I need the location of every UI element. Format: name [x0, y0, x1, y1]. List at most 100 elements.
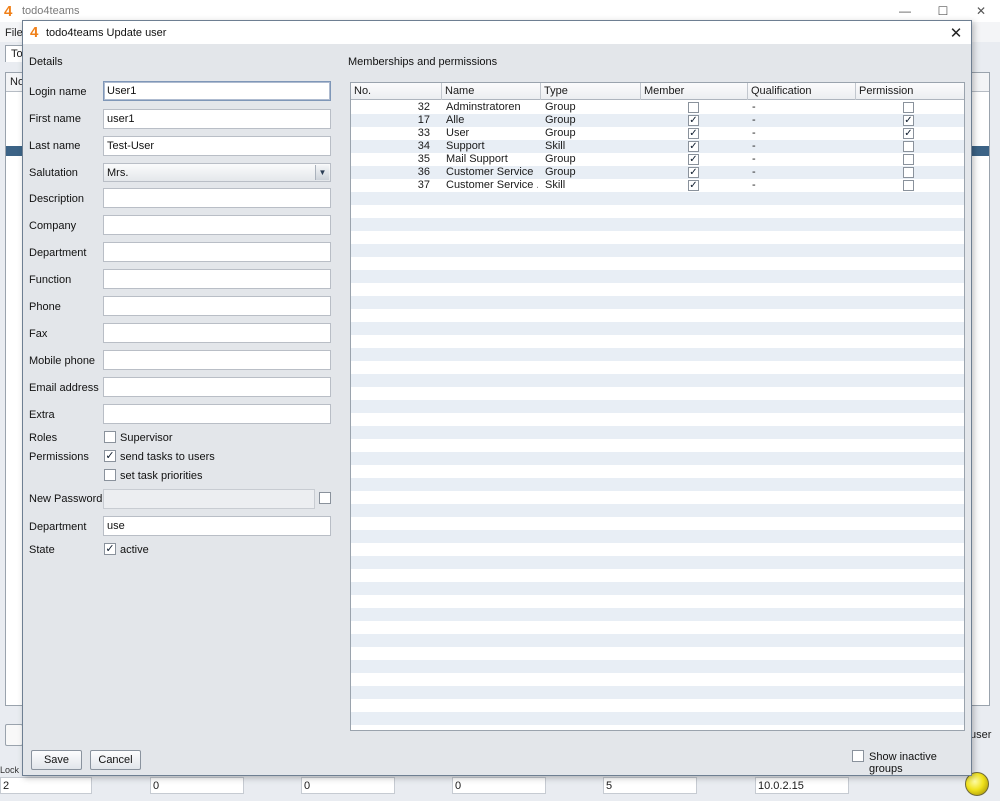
status-cell: 0: [150, 777, 244, 794]
cell-qualification: -: [752, 153, 756, 165]
main-bottom-button[interactable]: [5, 724, 23, 746]
cell-qualification: -: [752, 114, 756, 126]
dialog-close-icon[interactable]: ✕: [945, 21, 967, 44]
permission-checkbox[interactable]: ✓: [903, 115, 914, 126]
memberships-table[interactable]: No. Name Type Member Qualification Permi…: [350, 82, 965, 731]
cell-no: 17: [417, 114, 430, 126]
department-input[interactable]: [103, 242, 331, 262]
extra-label: Extra: [29, 409, 55, 421]
function-label: Function: [29, 274, 72, 286]
table-row[interactable]: 36 Customer Service Group ✓ -: [351, 166, 964, 179]
menu-file[interactable]: File: [5, 27, 23, 39]
cell-name: Alle: [446, 114, 465, 126]
column-header-name[interactable]: Name: [442, 83, 541, 100]
member-checkbox[interactable]: ✓: [688, 167, 699, 178]
column-header-qualification[interactable]: Qualification: [748, 83, 856, 100]
cell-no: 36: [417, 166, 430, 178]
fax-input[interactable]: [103, 323, 331, 343]
member-checkbox[interactable]: ✓: [688, 154, 699, 165]
company-input[interactable]: [103, 215, 331, 235]
email-address-input[interactable]: [103, 377, 331, 397]
status-cell: 0: [452, 777, 546, 794]
new-password-input[interactable]: [103, 489, 315, 509]
column-header-no[interactable]: No.: [351, 83, 442, 100]
last-name-label: Last name: [29, 140, 81, 152]
cell-name: Customer Service: [446, 166, 534, 178]
cell-type: Skill: [545, 140, 566, 152]
cell-name: Adminstratoren: [446, 101, 521, 113]
permission-checkbox[interactable]: ✓: [903, 128, 914, 139]
main-window-title: todo4teams: [22, 5, 80, 17]
cell-no: 33: [417, 127, 430, 139]
extra-input[interactable]: [103, 404, 331, 424]
mobile-phone-input[interactable]: [103, 350, 331, 370]
email-address-label: Email address: [29, 382, 99, 394]
set-priorities-checkbox[interactable]: [104, 469, 116, 481]
close-icon[interactable]: ✕: [962, 0, 1000, 22]
memberships-heading: Memberships and permissions: [348, 56, 498, 68]
send-tasks-checkbox[interactable]: ✓: [104, 450, 116, 462]
phone-input[interactable]: [103, 296, 331, 316]
chevron-down-icon[interactable]: ▼: [315, 165, 329, 180]
update-user-dialog: 4 todo4teams Update user ✕ Details Membe…: [22, 20, 972, 776]
send-tasks-label: send tasks to users: [120, 451, 215, 463]
phone-label: Phone: [29, 301, 61, 313]
permission-checkbox[interactable]: [903, 167, 914, 178]
save-button[interactable]: Save: [31, 750, 82, 770]
description-input[interactable]: [103, 188, 331, 208]
column-header-member[interactable]: Member: [641, 83, 748, 100]
cell-name: User: [446, 127, 470, 139]
supervisor-checkbox[interactable]: [104, 431, 116, 443]
supervisor-label: Supervisor: [120, 432, 173, 444]
cell-type: Group: [545, 153, 576, 165]
maximize-icon[interactable]: ☐: [924, 0, 962, 22]
table-row[interactable]: 32 Adminstratoren Group -: [351, 101, 964, 114]
permissions-label: Permissions: [29, 451, 89, 463]
table-row[interactable]: 34 Support Skill ✓ -: [351, 140, 964, 153]
main-tab[interactable]: To: [5, 45, 23, 62]
active-label: active: [120, 544, 149, 556]
last-name-input[interactable]: [103, 136, 331, 156]
show-inactive-checkbox[interactable]: [852, 750, 864, 762]
details-heading: Details: [29, 56, 63, 68]
state-label: State: [29, 544, 55, 556]
dialog-logo-icon: 4: [30, 24, 39, 41]
member-checkbox[interactable]: ✓: [688, 180, 699, 191]
cancel-button[interactable]: Cancel: [90, 750, 141, 770]
column-header-permission[interactable]: Permission: [856, 83, 964, 100]
status-cell: 0: [301, 777, 395, 794]
table-row[interactable]: 35 Mail Support Group ✓ -: [351, 153, 964, 166]
salutation-select[interactable]: Mrs. ▼: [103, 163, 331, 182]
permission-checkbox[interactable]: [903, 154, 914, 165]
minimize-icon[interactable]: —: [886, 0, 924, 22]
permission-checkbox[interactable]: [903, 180, 914, 191]
member-checkbox[interactable]: ✓: [688, 115, 699, 126]
company-label: Company: [29, 220, 77, 232]
permission-checkbox[interactable]: [903, 141, 914, 152]
first-name-input[interactable]: [103, 109, 331, 129]
status-cell: 10.0.2.15: [755, 777, 849, 794]
table-row[interactable]: 17 Alle Group ✓ - ✓: [351, 114, 964, 127]
member-checkbox[interactable]: ✓: [688, 128, 699, 139]
cell-type: Group: [545, 127, 576, 139]
first-name-label: First name: [29, 113, 81, 125]
cell-no: 37: [417, 179, 430, 191]
function-input[interactable]: [103, 269, 331, 289]
active-checkbox[interactable]: ✓: [104, 543, 116, 555]
permission-checkbox[interactable]: [903, 102, 914, 113]
cell-no: 32: [417, 101, 430, 113]
column-header-type[interactable]: Type: [541, 83, 641, 100]
login-name-input[interactable]: [103, 81, 331, 101]
member-checkbox[interactable]: [688, 102, 699, 113]
status-bar: 2 0 0 0 5 10.0.2.15: [0, 777, 1000, 795]
member-checkbox[interactable]: ✓: [688, 141, 699, 152]
new-password-checkbox[interactable]: [319, 492, 331, 504]
mobile-phone-label: Mobile phone: [29, 355, 96, 367]
status-cell: 2: [0, 777, 92, 794]
status-cell: 5: [603, 777, 697, 794]
table-row[interactable]: 37 Customer Service ... Skill ✓ -: [351, 179, 964, 192]
cell-type: Skill: [545, 179, 566, 191]
cell-no: 35: [417, 153, 430, 165]
table-row[interactable]: 33 User Group ✓ - ✓: [351, 127, 964, 140]
department2-input[interactable]: [103, 516, 331, 536]
